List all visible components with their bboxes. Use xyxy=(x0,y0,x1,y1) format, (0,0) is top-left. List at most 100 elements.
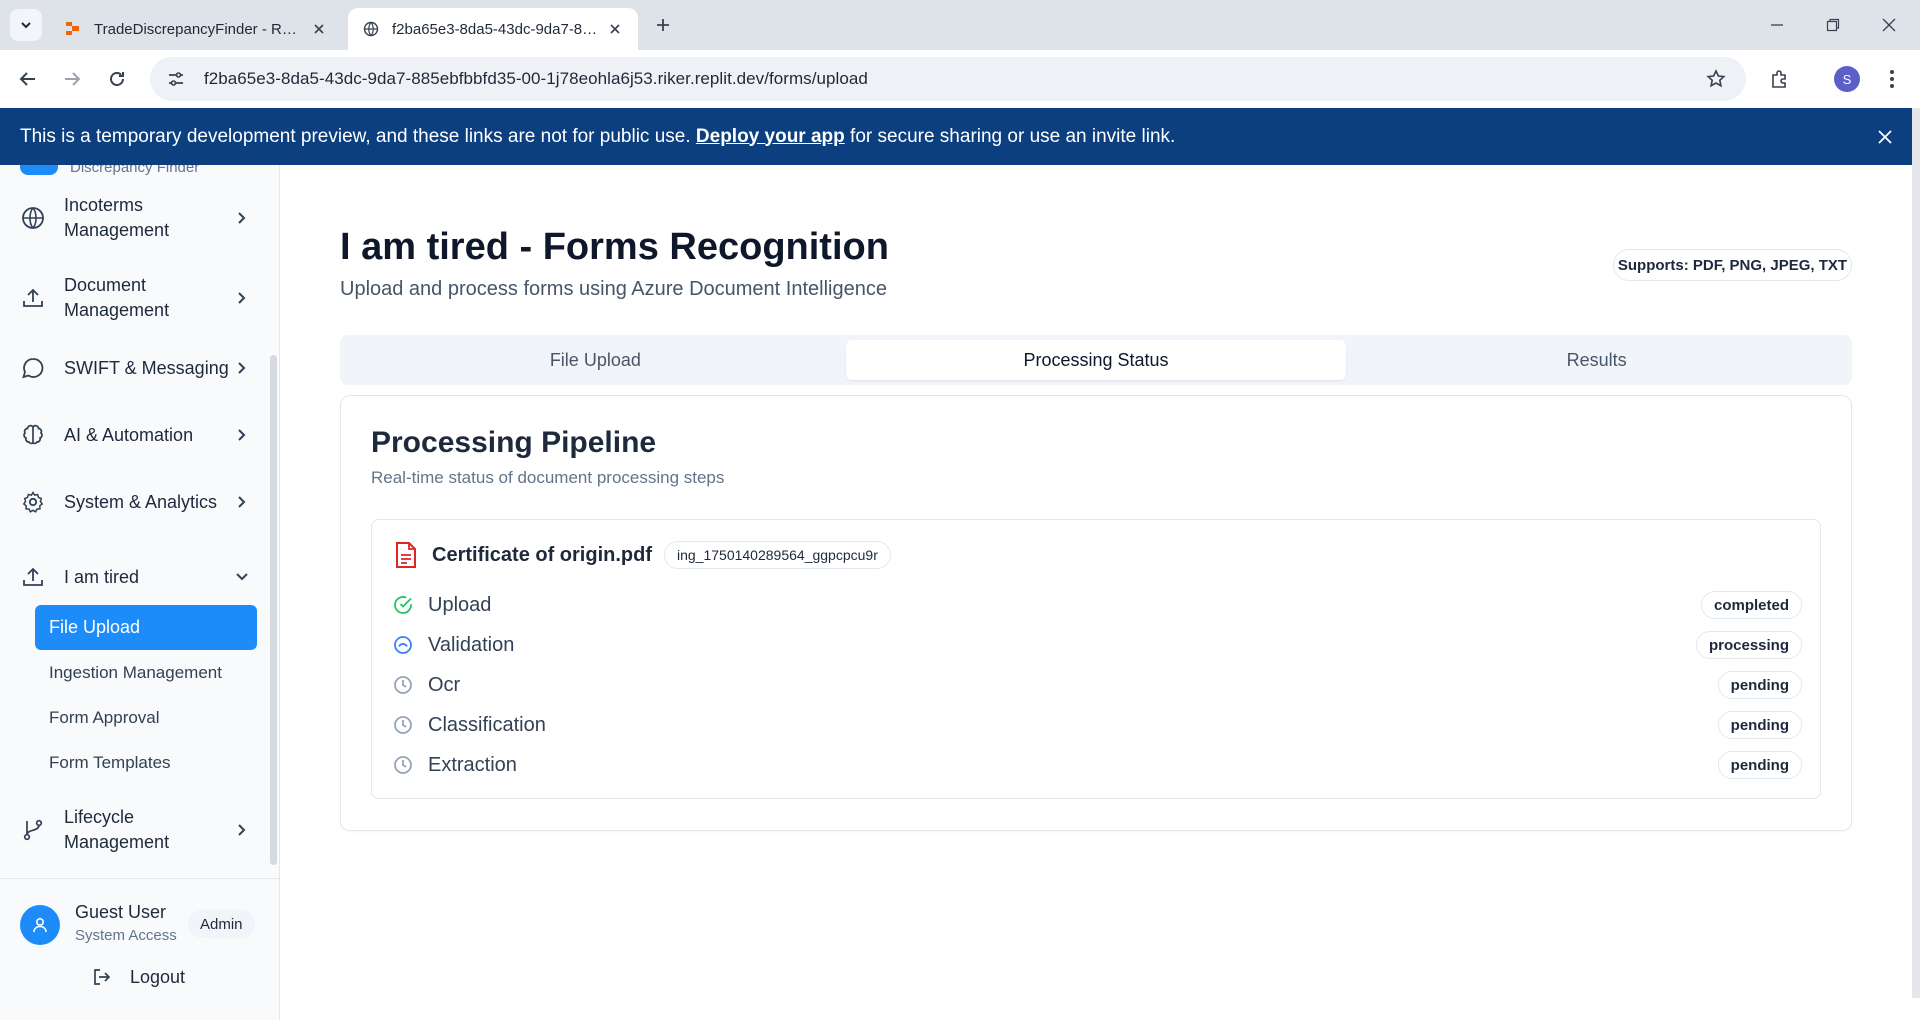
tab-file-upload[interactable]: File Upload xyxy=(345,340,846,380)
sidebar-item-label: System & Analytics xyxy=(64,491,218,512)
sidebar-item-system-analytics[interactable]: System & Analytics xyxy=(18,487,258,517)
page-title: I am tired - Forms Recognition xyxy=(340,226,889,268)
document-name: Certificate of origin.pdf xyxy=(432,543,652,566)
logout-icon xyxy=(90,965,114,989)
reload-icon xyxy=(110,72,124,86)
banner-text: This is a temporary development preview,… xyxy=(20,125,691,147)
close-tab-icon[interactable] xyxy=(606,20,624,38)
browser-tab-preview[interactable]: f2ba65e3-8da5-43dc-9da7-885 xyxy=(348,8,638,50)
new-tab-button[interactable] xyxy=(650,12,676,38)
clock-icon xyxy=(392,714,414,736)
pipeline-step: Validation processing xyxy=(392,630,1802,660)
minimize-button[interactable] xyxy=(1762,10,1792,40)
card-title: Processing Pipeline xyxy=(371,426,657,459)
globe-icon xyxy=(18,203,48,233)
user-subtitle: System Access xyxy=(75,927,177,944)
banner-text-after: for secure sharing or use an invite link… xyxy=(850,125,1176,147)
deploy-app-link[interactable]: Deploy your app xyxy=(696,126,845,148)
page-scrollbar[interactable] xyxy=(1912,108,1920,998)
document-id-badge: ing_1750140289564_ggpcpcu9r xyxy=(664,541,891,569)
arrow-right-icon xyxy=(65,72,81,86)
back-button[interactable] xyxy=(12,63,44,95)
address-bar[interactable]: f2ba65e3-8da5-43dc-9da7-885ebfbbfd35-00-… xyxy=(150,57,1746,101)
processing-pipeline-card: Processing Pipeline Real-time status of … xyxy=(340,395,1852,831)
puzzle-icon xyxy=(1772,70,1786,88)
sidebar: Discrepancy Finder Incoterms Management … xyxy=(0,165,280,1020)
tab-results[interactable]: Results xyxy=(1346,340,1847,380)
step-label: Classification xyxy=(428,713,546,736)
sidebar-item-document-management[interactable]: Document Management xyxy=(18,273,258,323)
forward-button[interactable] xyxy=(56,63,88,95)
forms-tabs: File Upload Processing Status Results xyxy=(340,335,1852,385)
extensions-button[interactable] xyxy=(1764,63,1796,95)
sidebar-scrollbar[interactable] xyxy=(270,355,277,865)
sidebar-divider xyxy=(0,878,279,879)
close-icon xyxy=(1882,18,1896,32)
sidebar-subitem-file-upload[interactable]: File Upload xyxy=(35,605,257,650)
page-subtitle: Upload and process forms using Azure Doc… xyxy=(340,278,887,300)
sidebar-item-label: Incoterms Management xyxy=(64,195,170,240)
tab-title: TradeDiscrepancyFinder - Replit xyxy=(94,20,302,38)
chevron-right-icon xyxy=(232,492,252,512)
step-label: Validation xyxy=(428,633,515,656)
status-badge: pending xyxy=(1717,671,1802,699)
pipeline-step: Classification pending xyxy=(392,710,1802,740)
arrow-left-icon xyxy=(19,72,35,86)
profile-avatar[interactable]: S xyxy=(1834,66,1860,92)
clock-icon xyxy=(392,674,414,696)
dev-preview-banner: This is a temporary development preview,… xyxy=(0,108,1913,165)
sidebar-subitem-form-templates[interactable]: Form Templates xyxy=(35,740,257,785)
spinner-icon xyxy=(392,634,414,656)
step-label: Ocr xyxy=(428,673,461,696)
replit-icon xyxy=(64,20,82,38)
step-label: Upload xyxy=(428,593,492,616)
sidebar-subitem-ingestion-management[interactable]: Ingestion Management xyxy=(35,650,257,695)
sidebar-item-i-am-tired[interactable]: I am tired xyxy=(18,562,258,592)
pipeline-step: Upload completed xyxy=(392,590,1802,620)
sidebar-item-ai-automation[interactable]: AI & Automation xyxy=(18,420,258,450)
close-banner-icon[interactable] xyxy=(1873,125,1897,149)
restore-icon xyxy=(1826,18,1840,32)
tab-title: f2ba65e3-8da5-43dc-9da7-885 xyxy=(392,20,598,38)
sidebar-item-label: AI & Automation xyxy=(64,424,194,445)
close-window-button[interactable] xyxy=(1874,10,1904,40)
status-badge: pending xyxy=(1717,711,1802,739)
browser-tab-bar: TradeDiscrepancyFinder - Replit f2ba65e3… xyxy=(0,0,1920,50)
card-subtitle: Real-time status of document processing … xyxy=(371,468,725,487)
sidebar-item-label: I am tired xyxy=(64,566,140,587)
status-badge: processing xyxy=(1695,631,1802,659)
tab-processing-status[interactable]: Processing Status xyxy=(845,340,1347,380)
browser-tab-replit[interactable]: TradeDiscrepancyFinder - Replit xyxy=(50,8,342,50)
file-text-icon xyxy=(392,540,420,570)
bookmark-star-icon[interactable] xyxy=(1702,65,1730,93)
logout-button[interactable]: Logout xyxy=(90,965,185,989)
supported-formats-badge: Supports: PDF, PNG, JPEG, TXT xyxy=(1613,249,1852,281)
browser-menu-button[interactable] xyxy=(1876,63,1908,95)
chevron-right-icon xyxy=(232,820,252,840)
sidebar-item-label: SWIFT & Messaging xyxy=(64,357,229,378)
sidebar-item-label: Lifecycle Management xyxy=(64,807,170,852)
globe-icon xyxy=(362,20,380,38)
tab-search-button[interactable] xyxy=(10,9,42,41)
upload-icon xyxy=(18,562,48,592)
close-tab-icon[interactable] xyxy=(310,20,328,38)
restore-button[interactable] xyxy=(1818,10,1848,40)
upload-icon xyxy=(18,283,48,313)
chevron-right-icon xyxy=(232,425,252,445)
chevron-right-icon xyxy=(232,358,252,378)
url-text: f2ba65e3-8da5-43dc-9da7-885ebfbbfd35-00-… xyxy=(204,69,868,88)
sidebar-subitem-form-approval[interactable]: Form Approval xyxy=(35,695,257,740)
sidebar-item-incoterms[interactable]: Incoterms Management xyxy=(18,193,258,243)
brain-icon xyxy=(18,420,48,450)
more-vertical-icon xyxy=(1890,70,1894,88)
site-info-icon[interactable] xyxy=(162,65,190,93)
brand-subtitle: Discrepancy Finder xyxy=(70,165,200,176)
minimize-icon xyxy=(1771,24,1783,26)
browser-toolbar: f2ba65e3-8da5-43dc-9da7-885ebfbbfd35-00-… xyxy=(0,50,1920,108)
sidebar-item-swift-messaging[interactable]: SWIFT & Messaging xyxy=(18,353,258,383)
status-badge: completed xyxy=(1700,591,1802,619)
pipeline-step: Ocr pending xyxy=(392,670,1802,700)
document-header: Certificate of origin.pdf ing_1750140289… xyxy=(392,540,891,570)
sidebar-item-lifecycle-management[interactable]: Lifecycle Management xyxy=(18,805,258,855)
reload-button[interactable] xyxy=(101,63,133,95)
